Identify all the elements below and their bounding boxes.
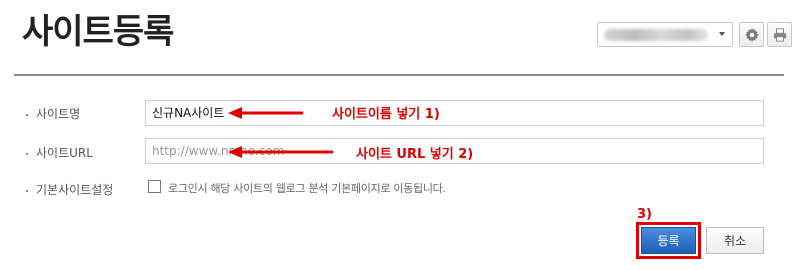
arrow-1-icon	[228, 107, 303, 119]
register-button[interactable]: 등록	[641, 227, 696, 254]
annotation-step2: 사이트 URL 넣기 2)	[356, 147, 474, 162]
cancel-button[interactable]: 취소	[706, 227, 764, 254]
annotation-step3: 3)	[637, 207, 652, 222]
arrow-2-icon	[228, 146, 333, 158]
annotation-step1: 사이트이름 넣기 1)	[332, 107, 440, 122]
